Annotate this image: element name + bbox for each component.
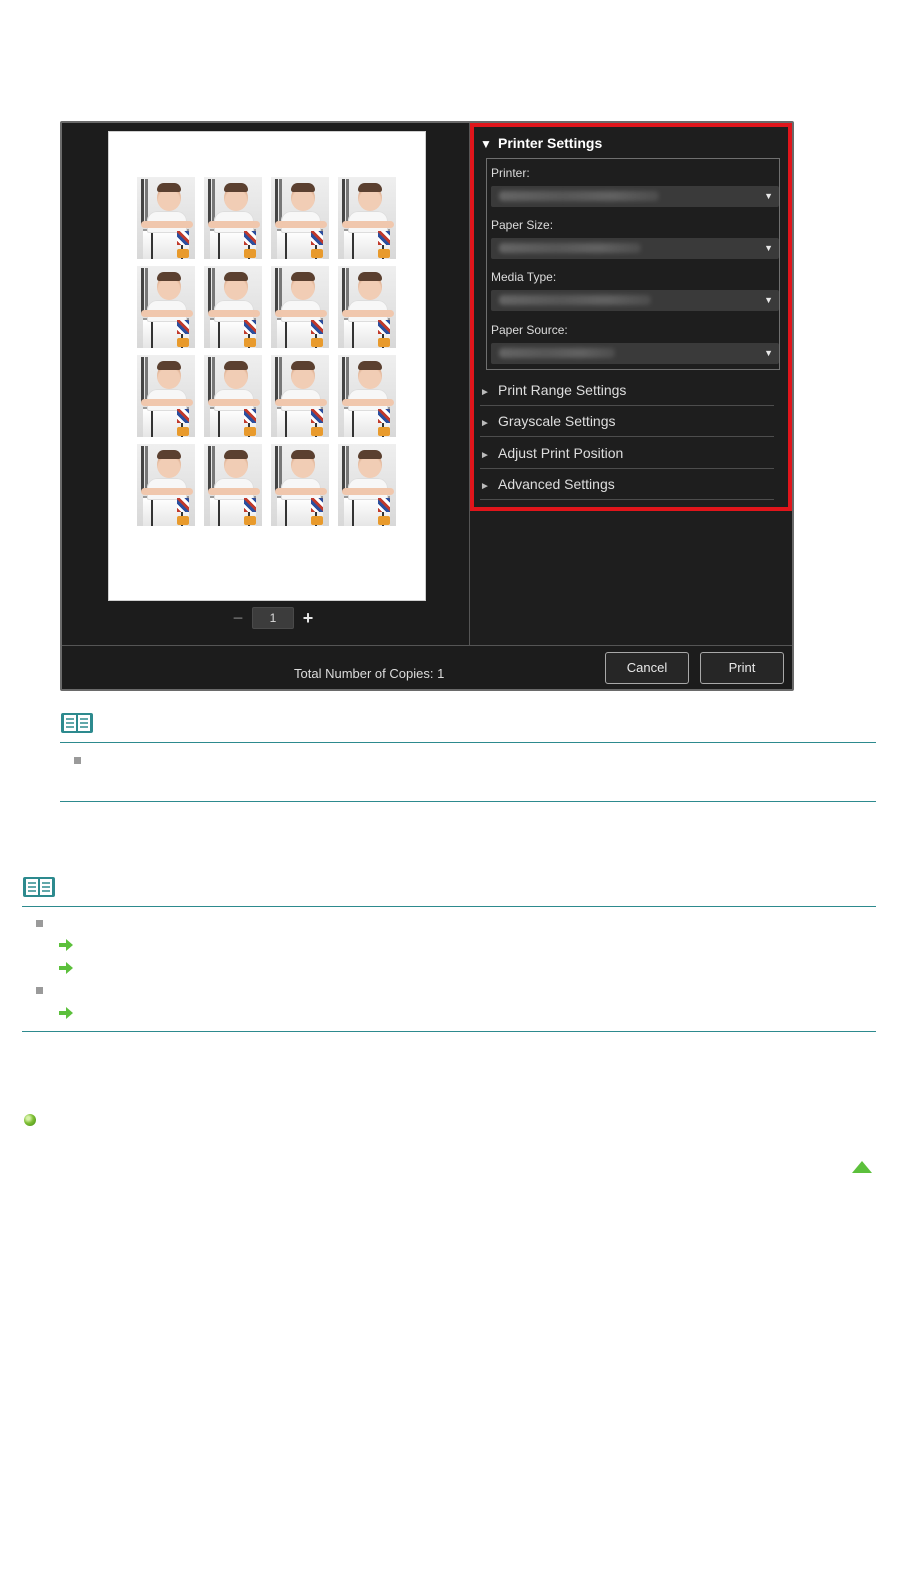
page-navigator: − 1 + <box>222 607 332 629</box>
baby-photo-thumbnail <box>338 177 396 259</box>
note-rule-top <box>60 742 876 743</box>
printer-settings-group: Printer: ▼ Paper Size: ▼ Media Type: ▼ P… <box>486 158 780 370</box>
baby-photo-thumbnail <box>204 177 262 259</box>
printer-select[interactable]: ▼ <box>491 186 779 207</box>
back-to-top-icon[interactable] <box>851 1160 873 1174</box>
minus-icon[interactable]: − <box>228 607 248 629</box>
baby-photo-thumbnail <box>137 444 195 526</box>
section-printer-settings[interactable]: ▼ Printer Settings <box>480 131 772 155</box>
dropdown-arrow-icon: ▼ <box>764 243 773 253</box>
bullet-icon <box>36 987 43 994</box>
plus-icon[interactable]: + <box>298 607 318 629</box>
divider <box>480 405 774 406</box>
collapsed-triangle-icon: ► <box>480 450 490 461</box>
dialog-footer: Total Number of Copies: 1 Cancel Print <box>62 645 792 689</box>
paper-size-select[interactable]: ▼ <box>491 238 779 259</box>
link-arrow-icon[interactable] <box>58 962 74 974</box>
collapsed-triangle-icon: ► <box>480 418 490 429</box>
note-book-icon <box>61 713 93 733</box>
baby-photo-thumbnail <box>204 355 262 437</box>
blurred-value <box>499 191 659 201</box>
section-label: Adjust Print Position <box>498 445 624 461</box>
baby-photo-thumbnail <box>204 266 262 348</box>
media-type-label: Media Type: <box>491 270 557 284</box>
paper-source-label: Paper Source: <box>491 323 568 337</box>
baby-photo-thumbnail <box>271 444 329 526</box>
paper-source-select[interactable]: ▼ <box>491 343 779 364</box>
baby-photo-thumbnail <box>338 266 396 348</box>
baby-photo-thumbnail <box>137 355 195 437</box>
section-label: Print Range Settings <box>498 382 627 398</box>
link-arrow-icon[interactable] <box>58 1007 74 1019</box>
photo-layout-grid <box>137 177 397 529</box>
green-bullet-icon <box>24 1114 36 1126</box>
dropdown-arrow-icon: ▼ <box>764 348 773 358</box>
blurred-value <box>499 348 615 358</box>
preview-paper <box>108 131 426 601</box>
note-rule-bottom <box>22 1031 876 1032</box>
link-arrow-icon[interactable] <box>58 939 74 951</box>
total-copies-label: Total Number of Copies: 1 <box>294 666 445 681</box>
printer-label: Printer: <box>491 166 530 180</box>
media-type-select[interactable]: ▼ <box>491 290 779 311</box>
dropdown-arrow-icon: ▼ <box>764 295 773 305</box>
bullet-icon <box>74 757 81 764</box>
section-label: Printer Settings <box>498 135 603 151</box>
note-book-icon <box>23 877 55 897</box>
paper-size-label: Paper Size: <box>491 218 554 232</box>
collapsed-triangle-icon: ► <box>480 481 490 492</box>
expanded-triangle-icon: ▼ <box>480 137 492 151</box>
section-print-range-settings[interactable]: ► Print Range Settings <box>480 378 772 402</box>
print-preview-pane: − 1 + <box>62 123 470 645</box>
baby-photo-thumbnail <box>137 266 195 348</box>
section-grayscale-settings[interactable]: ► Grayscale Settings <box>480 409 772 433</box>
note-rule-top <box>22 906 876 907</box>
section-label: Advanced Settings <box>498 476 615 492</box>
divider <box>480 436 774 437</box>
baby-photo-thumbnail <box>271 266 329 348</box>
section-adjust-print-position[interactable]: ► Adjust Print Position <box>480 441 772 465</box>
blurred-value <box>499 295 651 305</box>
section-label: Grayscale Settings <box>498 413 616 429</box>
section-advanced-settings[interactable]: ► Advanced Settings <box>480 472 772 496</box>
dropdown-arrow-icon: ▼ <box>764 191 773 201</box>
baby-photo-thumbnail <box>204 444 262 526</box>
divider <box>480 468 774 469</box>
cancel-button[interactable]: Cancel <box>605 652 689 684</box>
baby-photo-thumbnail <box>338 444 396 526</box>
baby-photo-thumbnail <box>271 355 329 437</box>
note-rule-bottom <box>60 801 876 802</box>
blurred-value <box>499 243 641 253</box>
baby-photo-thumbnail <box>137 177 195 259</box>
print-button[interactable]: Print <box>700 652 784 684</box>
collapsed-triangle-icon: ► <box>480 387 490 398</box>
baby-photo-thumbnail <box>271 177 329 259</box>
bullet-icon <box>36 920 43 927</box>
baby-photo-thumbnail <box>338 355 396 437</box>
page-number-field[interactable]: 1 <box>252 607 294 629</box>
settings-pane: ▼ Printer Settings Printer: ▼ Paper Size:… <box>470 123 792 645</box>
divider <box>480 499 774 500</box>
print-settings-dialog: − 1 + ▼ Printer Settings Printer: ▼ Paper… <box>60 121 794 691</box>
